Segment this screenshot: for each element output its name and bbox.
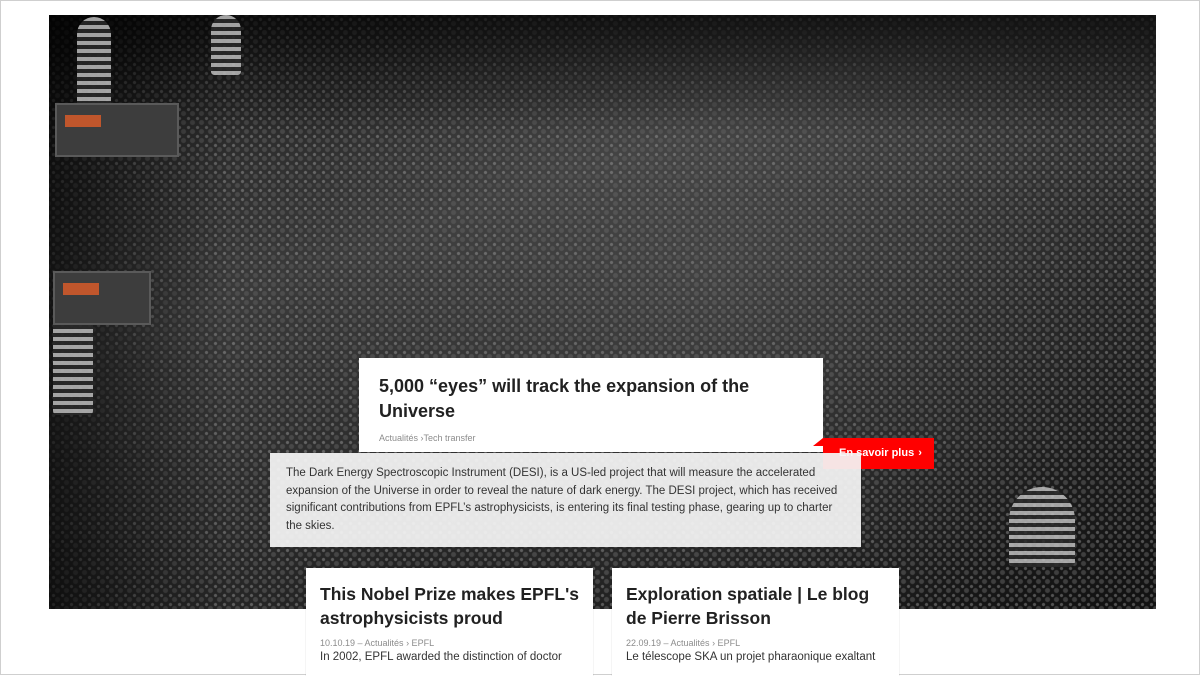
news-card-meta: 22.09.19 – Actualités › EPFL [626, 638, 741, 648]
news-card-title[interactable]: This Nobel Prize makes EPFL's astrophysi… [320, 582, 579, 630]
hero-coil-left [77, 17, 111, 109]
news-card-meta: 10.10.19 – Actualités › EPFL [320, 638, 435, 648]
feature-categories[interactable]: Actualités ›Tech transfer [379, 433, 803, 443]
hero-box-mid-left [53, 271, 151, 325]
feature-title-card[interactable]: 5,000 “eyes” will track the expansion of… [359, 358, 823, 452]
chevron-right-icon: › [918, 447, 922, 459]
news-card-title[interactable]: Exploration spatiale | Le blog de Pierre… [626, 582, 885, 630]
hero-box-top-left [55, 103, 179, 157]
feature-title[interactable]: 5,000 “eyes” will track the expansion of… [379, 374, 803, 424]
feature-summary: The Dark Energy Spectroscopic Instrument… [270, 453, 861, 547]
news-card-excerpt: In 2002, EPFL awarded the distinction of… [320, 651, 562, 663]
news-card[interactable]: This Nobel Prize makes EPFL's astrophysi… [306, 568, 593, 676]
page-frame: 5,000 “eyes” will track the expansion of… [0, 0, 1200, 676]
news-card-excerpt: Le télescope SKA un projet pharaonique e… [626, 651, 876, 663]
news-card[interactable]: Exploration spatiale | Le blog de Pierre… [612, 568, 899, 676]
hero-coil-right [1009, 487, 1075, 567]
hero-coil-top [211, 15, 241, 75]
